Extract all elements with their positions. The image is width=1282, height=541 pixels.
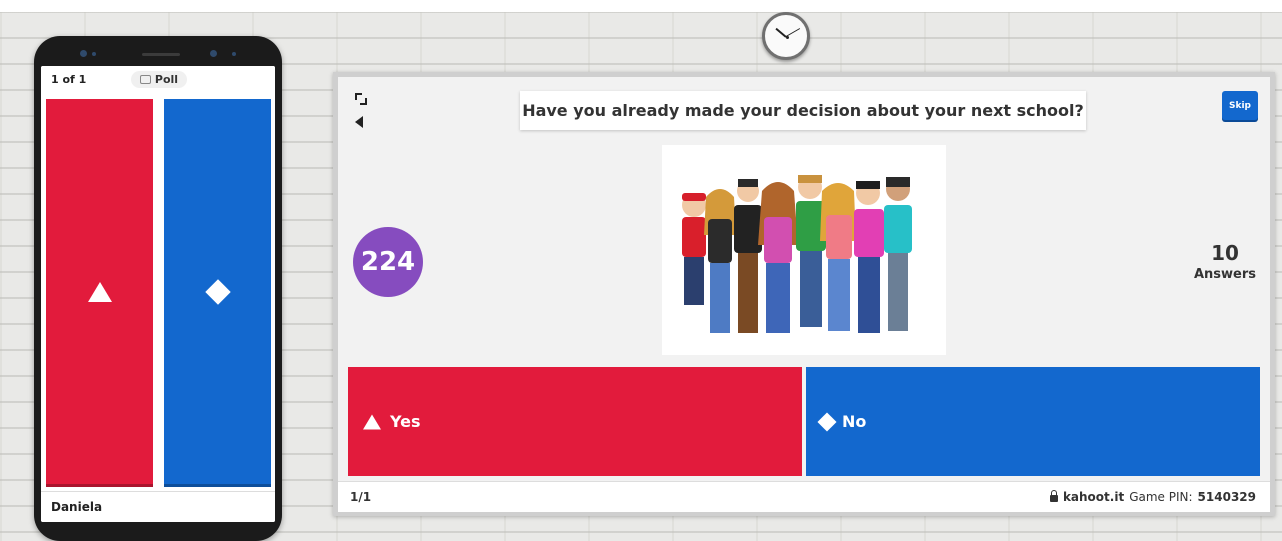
answers-count: 10: [1211, 241, 1239, 265]
lock-icon: [1049, 490, 1058, 502]
question-title: Have you already made your decision abou…: [520, 91, 1086, 130]
phone-header: 1 of 1 Poll: [41, 66, 275, 94]
camera-icon: [80, 50, 87, 57]
pin-label: Game PIN:: [1129, 490, 1193, 504]
site-name: kahoot.it: [1062, 490, 1125, 504]
speaker-icon: [142, 53, 180, 56]
presenter-screen: Have you already made your decision abou…: [333, 72, 1275, 516]
sound-icon[interactable]: [354, 115, 368, 129]
poll-icon: [139, 75, 151, 84]
camera-icon: [210, 50, 217, 57]
answer-button-triangle[interactable]: [46, 99, 153, 487]
option-yes: Yes: [348, 367, 802, 476]
diamond-icon: [817, 411, 837, 432]
phone-device: 1 of 1 Poll Daniela: [34, 36, 282, 541]
poll-label: Poll: [154, 73, 179, 86]
question-count: 1 of 1: [51, 73, 87, 86]
clock-icon: [762, 12, 810, 60]
question-image: [662, 145, 946, 355]
poll-badge: Poll: [131, 71, 187, 88]
option-label: Yes: [390, 412, 421, 431]
pin-value: 5140329: [1197, 490, 1256, 504]
triangle-icon: [363, 414, 381, 429]
triangle-icon: [87, 281, 112, 302]
question-stage: Have you already made your decision abou…: [338, 77, 1270, 481]
question-progress: 1/1: [350, 490, 372, 504]
answers-label: Answers: [1193, 267, 1257, 282]
phone-top-bar: [34, 36, 282, 66]
option-no: No: [806, 367, 1260, 476]
answers-counter: 10 Answers: [1180, 241, 1270, 282]
game-pin: kahoot.it Game PIN: 5140329: [1049, 490, 1256, 504]
diamond-icon: [204, 278, 231, 305]
player-name: Daniela: [51, 500, 103, 514]
player-name-bar: Daniela: [41, 491, 275, 522]
wall-top: [0, 0, 1282, 12]
phone-screen: 1 of 1 Poll Daniela: [41, 66, 275, 522]
fullscreen-icon[interactable]: [354, 92, 368, 106]
skip-button[interactable]: Skip: [1222, 91, 1258, 120]
answer-button-diamond[interactable]: [164, 99, 271, 487]
presenter-footer: 1/1 kahoot.it Game PIN: 5140329: [338, 481, 1270, 512]
countdown-timer: 224: [353, 227, 423, 297]
option-label: No: [842, 412, 867, 431]
